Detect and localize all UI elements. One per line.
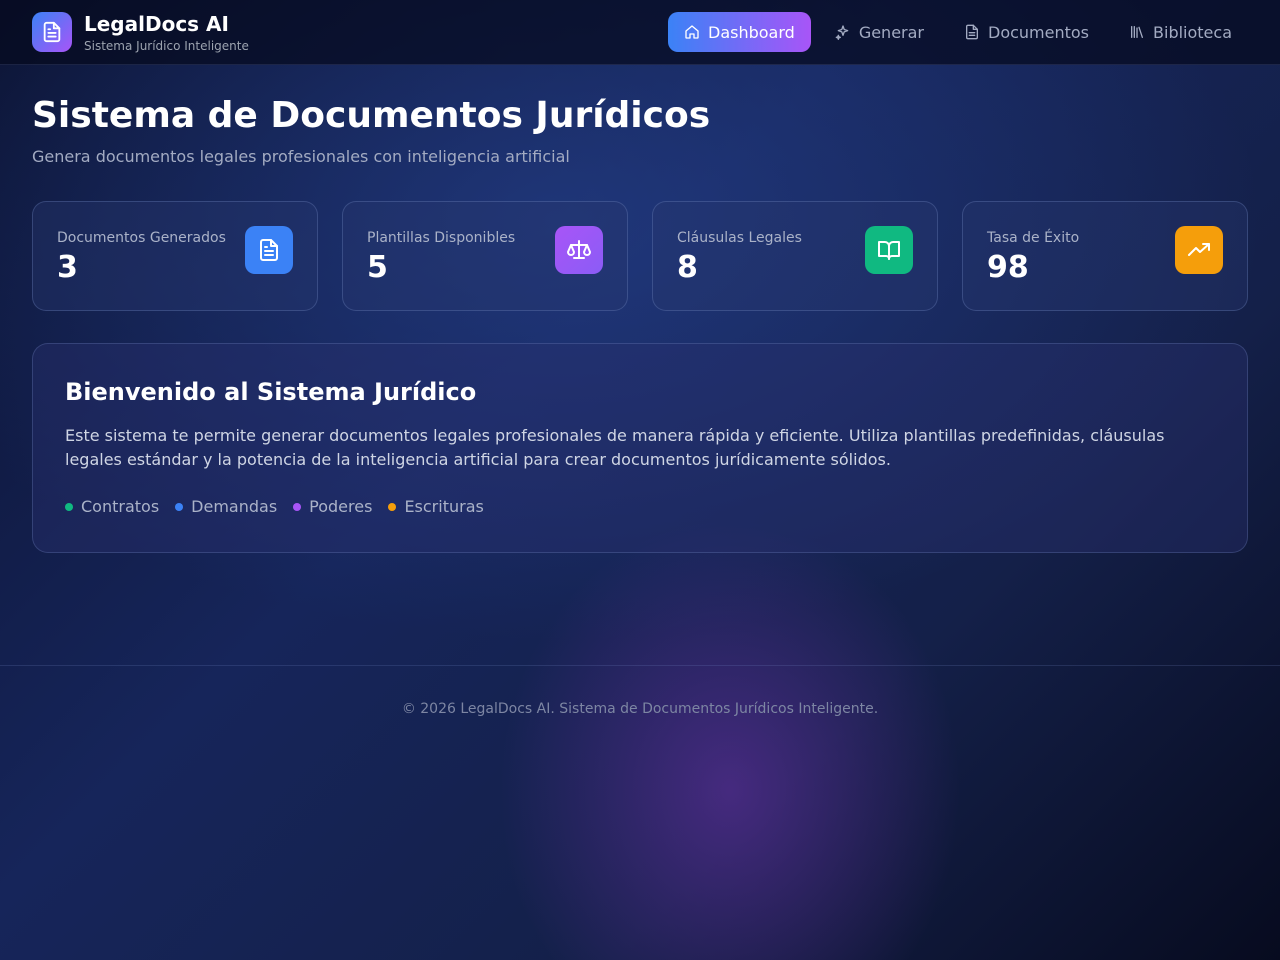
nav-biblioteca[interactable]: Biblioteca <box>1113 12 1248 52</box>
main-nav: Dashboard Generar Documentos Biblioteca <box>668 12 1248 52</box>
stat-label: Documentos Generados <box>57 230 226 246</box>
welcome-panel: Bienvenido al Sistema Jurídico Este sist… <box>32 343 1248 553</box>
tag-contratos: Contratos <box>65 497 159 516</box>
stat-card-clausulas: Cláusulas Legales 8 <box>652 201 938 311</box>
tag-demandas: Demandas <box>175 497 277 516</box>
page-subtitle: Genera documentos legales profesionales … <box>32 147 570 166</box>
logo[interactable] <box>32 12 72 52</box>
tag-escrituras: Escrituras <box>388 497 484 516</box>
welcome-text: Este sistema te permite generar document… <box>65 426 1165 469</box>
file-text-icon <box>43 21 61 43</box>
dot-icon <box>175 502 184 511</box>
tag-poderes: Poderes <box>293 497 372 516</box>
brand-name: LegalDocs AI <box>84 12 229 36</box>
stat-label: Plantillas Disponibles <box>367 230 516 246</box>
stat-card-tasa-exito: Tasa de Éxito 98 <box>962 201 1248 311</box>
tag-label: Escrituras <box>404 497 484 516</box>
stat-label: Cláusulas Legales <box>677 230 802 246</box>
tag-label: Poderes <box>309 497 373 516</box>
nav-biblioteca-label: Biblioteca <box>1153 22 1232 42</box>
trending-up-icon <box>1175 226 1223 274</box>
tag-label: Contratos <box>81 497 160 516</box>
document-type-tags: Contratos Demandas Poderes Escrituras <box>65 497 484 516</box>
dot-icon <box>65 502 73 511</box>
book-open-icon <box>865 226 913 274</box>
file-text-icon <box>245 226 293 274</box>
nav-dashboard[interactable]: Dashboard <box>668 12 811 52</box>
home-icon <box>684 24 700 40</box>
scale-icon <box>555 226 603 274</box>
nav-documentos-label: Documentos <box>988 22 1090 42</box>
stat-value: 3 <box>57 250 78 285</box>
footer-text: © 2026 LegalDocs AI. Sistema de Document… <box>401 701 879 717</box>
file-icon <box>964 24 980 40</box>
welcome-title: Bienvenido al Sistema Jurídico <box>65 378 477 406</box>
stat-card-plantillas: Plantillas Disponibles 5 <box>342 201 628 311</box>
stat-label: Tasa de Éxito <box>987 230 1080 246</box>
top-header: LegalDocs AI Sistema Jurídico Inteligent… <box>0 0 1280 65</box>
dot-icon <box>388 502 397 511</box>
nav-generar[interactable]: Generar <box>819 12 940 52</box>
stat-value: 8 <box>677 250 698 285</box>
stat-card-documentos: Documentos Generados 3 <box>32 201 318 311</box>
nav-documentos[interactable]: Documentos <box>948 12 1105 52</box>
library-icon <box>1129 24 1145 40</box>
nav-generar-label: Generar <box>858 22 924 42</box>
sparkles-icon <box>835 24 851 40</box>
footer: © 2026 LegalDocs AI. Sistema de Document… <box>0 665 1280 755</box>
stat-value: 98 <box>987 250 1029 285</box>
dot-icon <box>293 502 302 511</box>
tag-label: Demandas <box>191 497 278 516</box>
brand-tagline: Sistema Jurídico Inteligente <box>84 39 249 53</box>
page-title: Sistema de Documentos Jurídicos <box>32 95 711 136</box>
stat-value: 5 <box>367 250 388 285</box>
nav-dashboard-label: Dashboard <box>708 22 795 42</box>
stats-grid: Documentos Generados 3 Plantillas Dispon… <box>32 201 1248 311</box>
